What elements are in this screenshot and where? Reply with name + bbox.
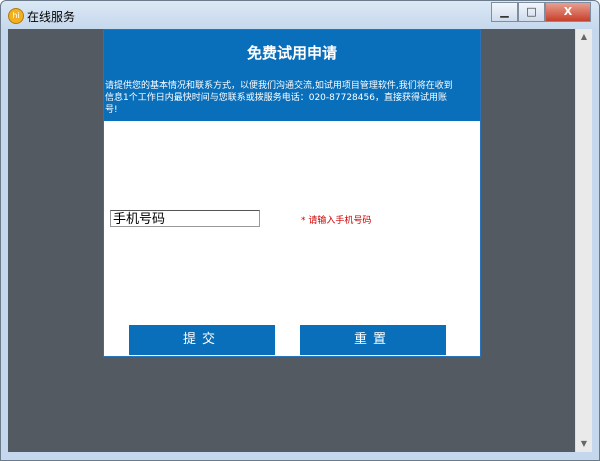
form-heading: 免费试用申请	[246, 44, 337, 62]
hi-chat-icon: hi	[8, 8, 24, 24]
trial-form: 免费试用申请 请提供您的基本情况和联系方式，以便我们沟通交流,如试用项目管理软件…	[103, 29, 481, 357]
phone-input[interactable]: 手机号码	[110, 210, 260, 227]
submit-button[interactable]: 提交	[129, 325, 275, 355]
reset-button[interactable]: 重置	[300, 325, 446, 355]
vertical-scrollbar[interactable]: ▲ ▼	[575, 29, 592, 452]
window-title: 在线服务	[27, 10, 76, 24]
scroll-down-icon[interactable]: ▼	[576, 436, 592, 452]
close-button[interactable]: X	[545, 2, 591, 22]
form-description: 请提供您的基本情况和联系方式，以便我们沟通交流,如试用项目管理软件,我们将在收到…	[105, 81, 453, 115]
form-header: 免费试用申请 请提供您的基本情况和联系方式，以便我们沟通交流,如试用项目管理软件…	[104, 30, 480, 121]
phone-hint: * 请输入手机号码	[301, 216, 372, 226]
scroll-up-icon[interactable]: ▲	[576, 29, 592, 45]
maximize-button[interactable]: □	[518, 2, 545, 22]
minimize-button[interactable]: ▁	[491, 2, 518, 22]
